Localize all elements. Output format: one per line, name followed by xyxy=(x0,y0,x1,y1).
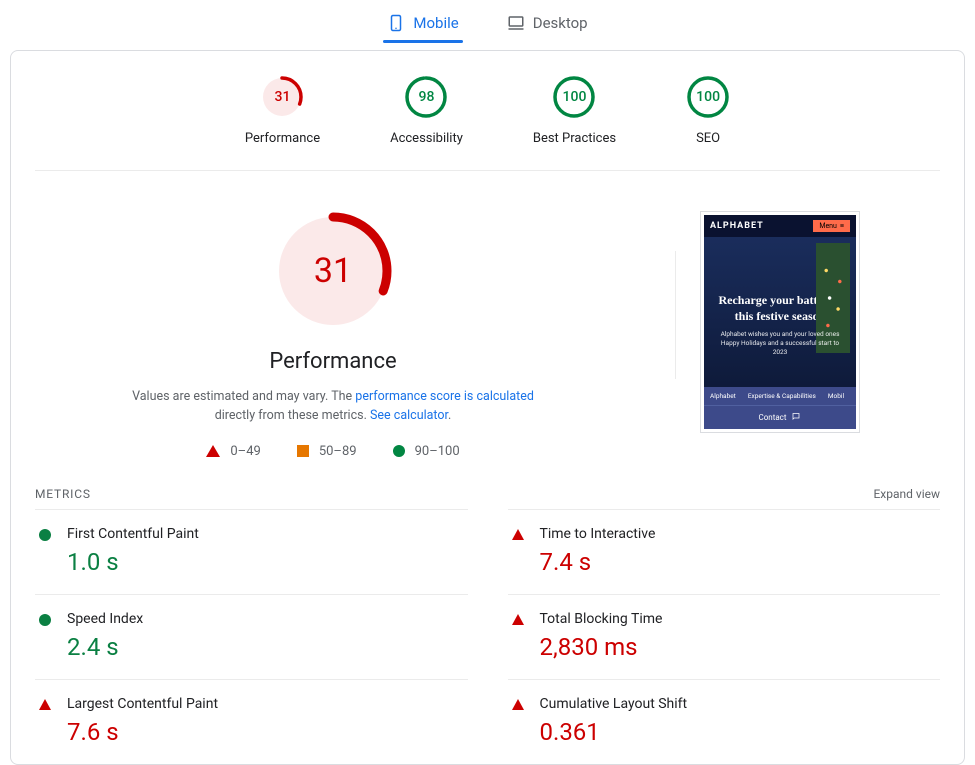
metric-value: 2.4 s xyxy=(67,633,143,661)
report-card: 31 Performance 98 Accessibility 100 Best Prac… xyxy=(10,50,965,765)
gauge-label: Accessibility xyxy=(390,131,463,146)
gauge-label: Performance xyxy=(245,131,320,146)
gauge-ring: 98 xyxy=(404,75,448,119)
performance-title: Performance xyxy=(269,349,396,374)
metric-value: 1.0 s xyxy=(67,548,199,576)
tab-mobile[interactable]: Mobile xyxy=(383,6,462,42)
gauge-ring: 100 xyxy=(686,75,730,119)
page-preview: ALPHABET Menu≡ Recharge your batteries t… xyxy=(700,211,860,433)
metric-value: 7.4 s xyxy=(540,548,656,576)
metric-name: Total Blocking Time xyxy=(540,611,663,627)
metric-row[interactable]: First Contentful Paint 1.0 s xyxy=(35,509,468,594)
hero-left: 31 Performance Values are estimated and … xyxy=(35,211,651,459)
device-tabs: Mobile Desktop xyxy=(0,0,975,42)
triangle-red-icon xyxy=(512,699,524,710)
gauge-ring: 100 xyxy=(552,75,596,119)
performance-big-gauge: 31 xyxy=(273,211,393,331)
metric-row[interactable]: Speed Index 2.4 s xyxy=(35,594,468,679)
metric-row[interactable]: Total Blocking Time 2,830 ms xyxy=(508,594,941,679)
gauge-score: 98 xyxy=(404,75,448,119)
metric-name: First Contentful Paint xyxy=(67,526,199,542)
tab-mobile-label: Mobile xyxy=(413,14,458,32)
metric-name: Time to Interactive xyxy=(540,526,656,542)
triangle-red-icon xyxy=(512,614,524,625)
legend-average: 50–89 xyxy=(297,444,357,459)
hero-right: ALPHABET Menu≡ Recharge your batteries t… xyxy=(700,211,940,459)
triangle-red-icon xyxy=(512,529,524,540)
circle-green-icon xyxy=(39,614,51,626)
triangle-red-icon xyxy=(206,445,220,457)
triangle-red-icon xyxy=(39,699,51,710)
gauge-ring: 31 xyxy=(260,75,304,119)
circle-green-icon xyxy=(39,529,51,541)
metric-value: 2,830 ms xyxy=(540,633,663,661)
calc-link-1[interactable]: performance score is calculated xyxy=(355,389,534,404)
square-orange-icon xyxy=(297,445,309,457)
preview-menu-button: Menu≡ xyxy=(813,220,850,232)
metric-row[interactable]: Largest Contentful Paint 7.6 s xyxy=(35,679,468,764)
gauge-label: Best Practices xyxy=(533,131,616,146)
metric-name: Cumulative Layout Shift xyxy=(540,696,688,712)
preview-nav: Alphabet Expertise & Capabilities Mobil xyxy=(704,387,856,405)
legend-fail: 0–49 xyxy=(206,444,260,459)
tab-desktop-label: Desktop xyxy=(533,14,588,32)
metrics-grid: First Contentful Paint 1.0 s Speed Index 2.… xyxy=(35,509,940,764)
tab-desktop[interactable]: Desktop xyxy=(503,6,592,42)
gauge-seo[interactable]: 100 SEO xyxy=(686,75,730,146)
metrics-title: METRICS xyxy=(35,487,91,501)
score-legend: 0–49 50–89 90–100 xyxy=(206,444,459,459)
expand-view-toggle[interactable]: Expand view xyxy=(873,487,940,501)
chat-icon xyxy=(791,412,801,423)
metric-value: 0.361 xyxy=(540,718,688,746)
preview-contact: Contact xyxy=(704,405,856,429)
gauge-score: 31 xyxy=(260,75,304,119)
circle-green-icon xyxy=(393,445,405,457)
metric-row[interactable]: Cumulative Layout Shift 0.361 xyxy=(508,679,941,764)
metric-row[interactable]: Time to Interactive 7.4 s xyxy=(508,509,941,594)
performance-hero: 31 Performance Values are estimated and … xyxy=(35,171,940,487)
performance-disclaimer: Values are estimated and may vary. The p… xyxy=(123,388,543,426)
performance-big-score: 31 xyxy=(273,211,393,331)
gauge-best-practices[interactable]: 100 Best Practices xyxy=(533,75,616,146)
legend-pass: 90–100 xyxy=(393,444,460,459)
gauge-label: SEO xyxy=(696,131,720,146)
calc-link-2[interactable]: See calculator xyxy=(370,408,448,423)
preview-subtext: Alphabet wishes you and your loved ones … xyxy=(714,330,846,356)
gauge-accessibility[interactable]: 98 Accessibility xyxy=(390,75,463,146)
category-gauges: 31 Performance 98 Accessibility 100 Best Prac… xyxy=(35,71,940,171)
preview-brand: ALPHABET xyxy=(710,221,764,231)
metric-name: Speed Index xyxy=(67,611,143,627)
metrics-header: METRICS Expand view xyxy=(35,487,940,509)
gauge-score: 100 xyxy=(552,75,596,119)
desktop-icon xyxy=(507,14,525,32)
hamburger-icon: ≡ xyxy=(840,222,844,230)
gauge-score: 100 xyxy=(686,75,730,119)
gauge-performance[interactable]: 31 Performance xyxy=(245,75,320,146)
metric-name: Largest Contentful Paint xyxy=(67,696,218,712)
metric-value: 7.6 s xyxy=(67,718,218,746)
hero-divider xyxy=(675,251,676,379)
mobile-icon xyxy=(387,14,405,32)
